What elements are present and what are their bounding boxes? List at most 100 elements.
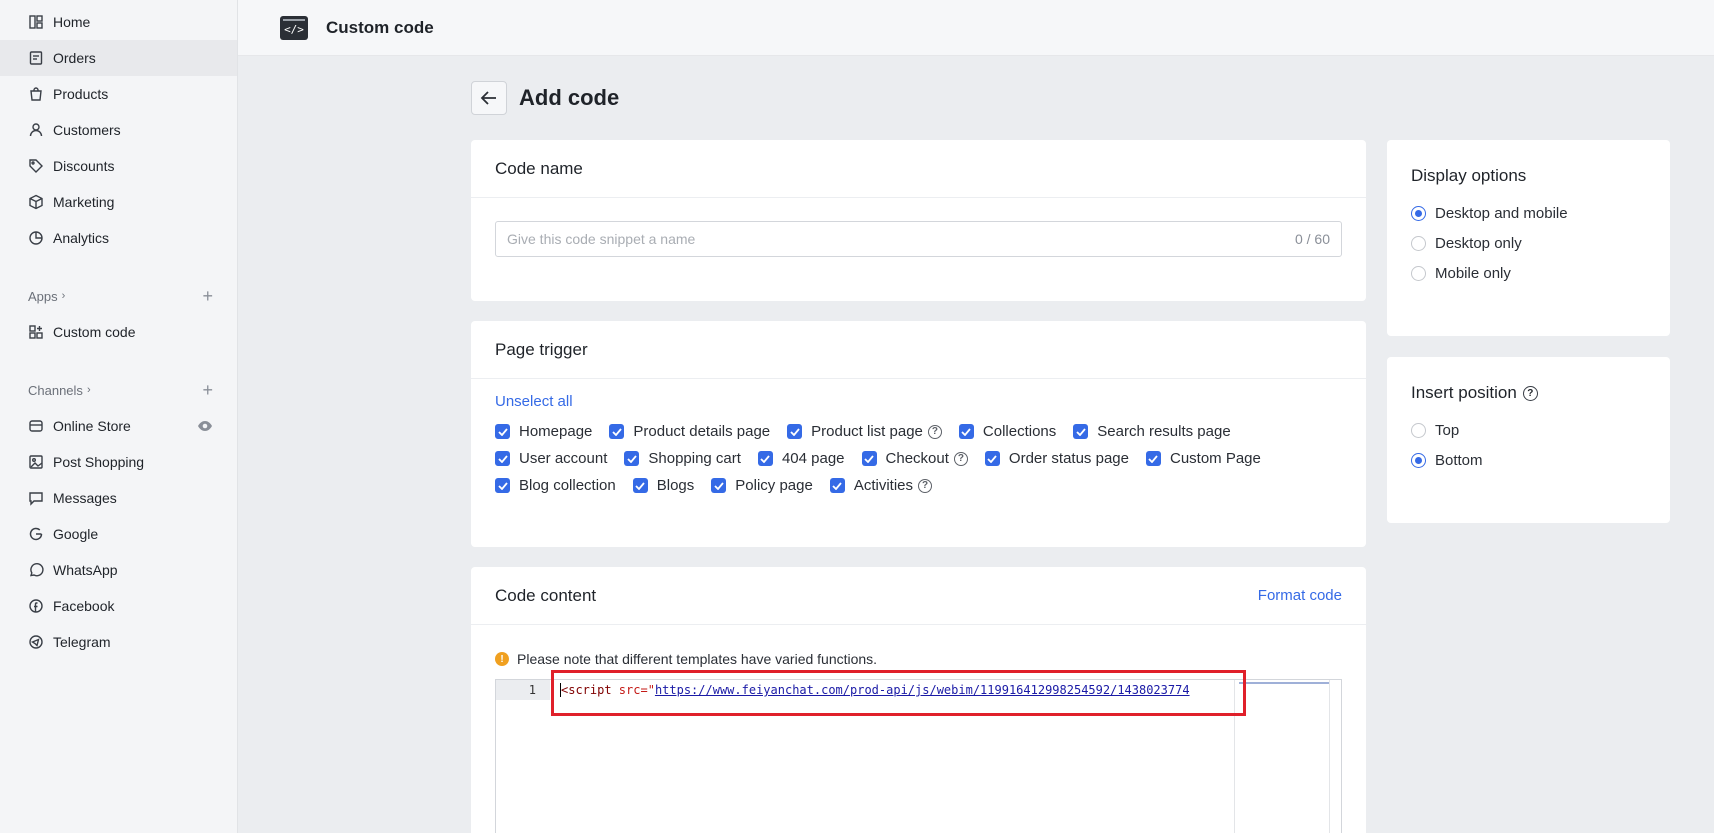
checkbox-label: Product details page (633, 423, 771, 440)
sidebar-item-label: Analytics (53, 230, 110, 246)
apps-group-header[interactable]: Apps › + (0, 278, 237, 314)
page-trigger-checkbox[interactable]: Product list page? (787, 423, 942, 440)
checkbox-checked-icon[interactable] (1073, 424, 1089, 439)
sidebar-item-facebook[interactable]: Facebook (0, 588, 237, 624)
checkbox-checked-icon[interactable] (787, 424, 803, 439)
google-icon (28, 526, 44, 542)
sidebar-item-label: Orders (53, 50, 96, 66)
sidebar-item-label: Post Shopping (53, 454, 145, 470)
checkbox-checked-icon[interactable] (711, 478, 727, 493)
facebook-icon (28, 598, 44, 614)
help-icon[interactable]: ? (918, 478, 933, 493)
editor-gutter: 1 (496, 680, 550, 833)
sidebar-item-custom-code[interactable]: Custom code (0, 314, 237, 350)
sidebar-item-orders[interactable]: Orders (0, 40, 237, 76)
checkbox-checked-icon[interactable] (495, 478, 510, 493)
sidebar-item-discounts[interactable]: Discounts (0, 148, 237, 184)
page-trigger-checkbox[interactable]: Product details page (609, 423, 770, 440)
editor-minimap[interactable] (1234, 680, 1332, 833)
checkbox-checked-icon[interactable] (624, 451, 640, 466)
page-trigger-checkbox[interactable]: User account (495, 450, 607, 467)
checkbox-label: Activities (853, 477, 914, 494)
channels-group-header[interactable]: Channels › + (0, 372, 237, 408)
checkbox-checked-icon[interactable] (495, 424, 510, 439)
channels-label: Channels (28, 382, 83, 398)
radio-selected-icon[interactable] (1411, 452, 1426, 468)
sidebar-item-products[interactable]: Products (0, 76, 237, 112)
page-trigger-checkbox[interactable]: Custom Page (1145, 450, 1261, 467)
page-trigger-checkbox[interactable]: Checkout? (861, 450, 968, 467)
sidebar-item-messages[interactable]: Messages (0, 480, 237, 516)
orders-icon (28, 50, 44, 66)
radio-option[interactable]: Top (1411, 415, 1646, 445)
sidebar-item-customers[interactable]: Customers (0, 112, 237, 148)
sidebar-item-label: Messages (53, 490, 117, 506)
page-trigger-checkbox[interactable]: 404 page (757, 450, 845, 467)
sidebar-item-marketing[interactable]: Marketing (0, 184, 237, 220)
page-trigger-checkbox[interactable]: Collections (958, 423, 1056, 440)
chevron-right-icon: › (61, 290, 66, 302)
checkbox-checked-icon[interactable] (632, 478, 648, 493)
back-button[interactable] (471, 81, 507, 115)
code-name-title: Code name (471, 140, 1366, 198)
telegram-icon (28, 634, 44, 650)
radio-option[interactable]: Desktop and mobile (1411, 198, 1646, 228)
radio-option[interactable]: Bottom (1411, 445, 1646, 475)
radio-option[interactable]: Desktop only (1411, 228, 1646, 258)
code-name-field[interactable]: 0 / 60 (495, 221, 1342, 257)
sidebar-item-google[interactable]: Google (0, 516, 237, 552)
checkbox-checked-icon[interactable] (861, 451, 877, 466)
checkbox-checked-icon[interactable] (1145, 451, 1161, 466)
code-name-input[interactable] (507, 231, 1295, 247)
sidebar-item-post-shopping[interactable]: Post Shopping (0, 444, 237, 480)
page-trigger-checkbox[interactable]: Blog collection (495, 477, 616, 494)
checkbox-label: Homepage (519, 423, 593, 440)
add-channel-icon[interactable]: + (202, 381, 213, 399)
radio-selected-icon[interactable] (1411, 205, 1426, 221)
radio-label: Desktop only (1435, 234, 1522, 252)
format-code-button[interactable]: Format code (1258, 587, 1342, 604)
page-trigger-checkbox[interactable]: Search results page (1073, 423, 1231, 440)
radio-unselected-icon[interactable] (1411, 265, 1426, 281)
add-app-icon[interactable]: + (202, 287, 213, 305)
notice-text: Please note that different templates hav… (517, 651, 878, 667)
help-icon[interactable]: ? (1522, 385, 1538, 401)
page-trigger-checkbox[interactable]: Activities? (829, 477, 933, 494)
checkbox-checked-icon[interactable] (984, 451, 1000, 466)
radio-unselected-icon[interactable] (1411, 235, 1426, 251)
sidebar-item-label: Facebook (53, 598, 115, 614)
checkbox-checked-icon[interactable] (829, 478, 845, 493)
sidebar-item-label: Telegram (53, 634, 111, 650)
checkbox-checked-icon[interactable] (609, 424, 625, 439)
sidebar-item-label: Products (53, 86, 109, 102)
page-trigger-checkbox[interactable]: Order status page (984, 450, 1129, 467)
editor-scrollbar[interactable] (1329, 680, 1341, 833)
page-trigger-checkbox[interactable]: Homepage (495, 423, 592, 440)
topbar: </> Custom code (238, 0, 1714, 56)
help-icon[interactable]: ? (953, 451, 968, 466)
unselect-all-link[interactable]: Unselect all (495, 393, 1342, 410)
checkbox-checked-icon[interactable] (757, 451, 773, 466)
radio-unselected-icon[interactable] (1411, 422, 1426, 438)
display-options-card: Display options Desktop and mobile Deskto… (1387, 140, 1670, 336)
sidebar-item-home[interactable]: Home (0, 4, 237, 40)
checkbox-label: Order status page (1008, 450, 1129, 467)
checkbox-checked-icon[interactable] (958, 424, 974, 439)
checkbox-checked-icon[interactable] (495, 451, 510, 466)
sidebar-item-analytics[interactable]: Analytics (0, 220, 237, 256)
whatsapp-icon (28, 562, 44, 578)
help-icon[interactable]: ? (927, 424, 942, 439)
sidebar-item-online-store[interactable]: Online Store (0, 408, 237, 444)
template-notice: ! Please note that different templates h… (495, 651, 877, 667)
sidebar-item-label: Google (53, 526, 99, 542)
eye-icon[interactable] (197, 420, 213, 432)
insert-position-title: Insert position ? (1411, 383, 1646, 403)
checkbox-row: Homepage Product details page Product list… (495, 418, 1342, 445)
radio-option[interactable]: Mobile only (1411, 258, 1646, 288)
page-trigger-checkbox[interactable]: Policy page (711, 477, 813, 494)
radio-label: Top (1435, 421, 1460, 439)
page-trigger-checkbox[interactable]: Shopping cart (624, 450, 741, 467)
sidebar-item-whatsapp[interactable]: WhatsApp (0, 552, 237, 588)
sidebar-item-telegram[interactable]: Telegram (0, 624, 237, 660)
page-trigger-checkbox[interactable]: Blogs (632, 477, 694, 494)
